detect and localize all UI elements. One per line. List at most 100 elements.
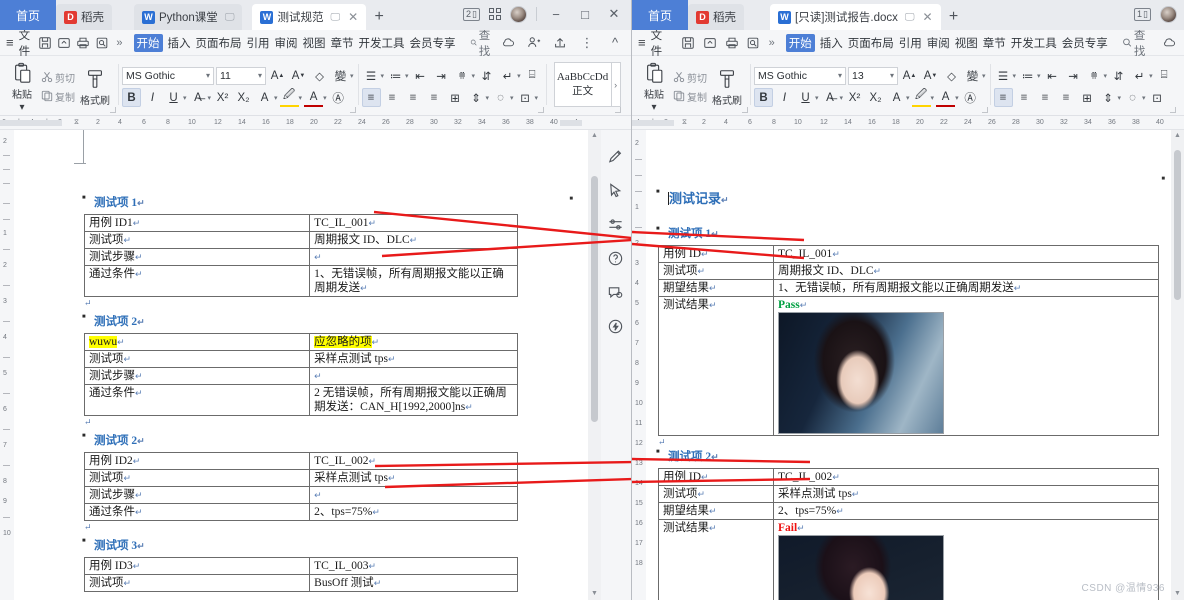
chevron-down-icon[interactable]: ▾: [1142, 94, 1146, 102]
minimize-button[interactable]: −: [546, 7, 566, 22]
table-row[interactable]: 通过条件↵ 2、tps=75%↵: [83, 503, 518, 521]
cloud-sync-icon[interactable]: [1160, 34, 1178, 51]
ribbon-tab-review[interactable]: 审阅: [275, 35, 298, 51]
cell-label[interactable]: 测试项↵: [83, 231, 311, 249]
chevron-down-icon[interactable]: ▾: [1118, 94, 1122, 102]
cloud-sync-icon[interactable]: [499, 34, 517, 51]
distribute-button[interactable]: ⊞: [1078, 88, 1097, 107]
comb-field-button[interactable]: ⌸: [1155, 66, 1174, 85]
pin-icon[interactable]: 🖵: [330, 12, 340, 23]
show-marks-button[interactable]: ↵: [498, 66, 517, 85]
text-effects-button[interactable]: A: [887, 88, 906, 107]
ribbon-tab-view[interactable]: 视图: [955, 35, 978, 51]
multilevel-list-button[interactable]: ⩷: [453, 66, 472, 85]
cell-label[interactable]: 测试步骤↵: [83, 486, 311, 504]
test-case-table[interactable]: 用例 ID3↵ TC_IL_003↵ 测试项↵ BusOff 测试↵: [83, 557, 518, 592]
cell-label[interactable]: 期望结果↵: [658, 502, 774, 520]
table-row[interactable]: wuwu↵ 应忽略的项↵: [83, 333, 518, 351]
multilevel-list-button[interactable]: ⩷: [1085, 66, 1104, 85]
align-left-button[interactable]: ≡: [361, 88, 381, 107]
left-horizontal-ruler[interactable]: 6| 4| 2⧖ 24 68 1012 1416 1820 2224 2628 …: [0, 116, 631, 130]
cell-label[interactable]: 测试步骤↵: [83, 248, 311, 266]
ribbon-tab-developer[interactable]: 开发工具: [359, 35, 405, 51]
font-name-input[interactable]: MS Gothic ▾: [122, 66, 214, 85]
highlight-color-button[interactable]: 🖉: [911, 88, 931, 107]
table-row[interactable]: 测试步骤↵ ↵: [83, 486, 518, 504]
chevron-down-icon[interactable]: ▾: [208, 94, 212, 102]
format-painter-button[interactable]: 格式刷: [709, 58, 745, 115]
styles-more-button[interactable]: ›: [611, 62, 621, 107]
italic-button[interactable]: I: [143, 88, 162, 107]
text-effects-button[interactable]: A: [255, 88, 274, 107]
ribbon-tab-section[interactable]: 章节: [331, 35, 354, 51]
font-color-button[interactable]: A: [304, 88, 324, 107]
subscript-button[interactable]: X₂: [234, 88, 253, 107]
ribbon-tab-view[interactable]: 视图: [303, 35, 326, 51]
ribbon-tab-insert[interactable]: 插入: [820, 35, 843, 51]
cell-value[interactable]: BusOff 测试↵: [309, 574, 518, 592]
right-vertical-scrollbar[interactable]: ▲ ▼: [1171, 130, 1184, 600]
feedback-icon[interactable]: [607, 284, 625, 302]
find-button[interactable]: 查找: [470, 27, 495, 59]
decrease-indent-button[interactable]: ⇤: [411, 66, 430, 85]
avatar[interactable]: [1160, 5, 1177, 23]
table-row[interactable]: 通过条件↵ 1、无错误帧，所有周期报文能以正确周期发送↵: [83, 265, 518, 297]
find-button[interactable]: 查找: [1122, 27, 1155, 59]
cell-label[interactable]: 测试项↵: [658, 262, 774, 280]
chevron-down-icon[interactable]: ▾: [1149, 72, 1153, 80]
shading-button[interactable]: ◌: [491, 88, 510, 107]
style-normal[interactable]: AaBbCcDd 正文: [553, 62, 612, 107]
paste-button[interactable]: 粘贴 ▾: [5, 58, 39, 115]
pinyin-guide-icon[interactable]: 變: [331, 66, 350, 85]
align-right-button[interactable]: ≡: [1036, 88, 1055, 107]
format-painter-button[interactable]: 格式刷: [77, 58, 113, 115]
cell-value[interactable]: 2、tps=75%↵: [773, 502, 1159, 520]
numbered-list-button[interactable]: ≔: [1018, 66, 1037, 85]
cut-button[interactable]: 剪切: [671, 69, 709, 85]
share-icon[interactable]: [551, 34, 569, 51]
cut-button[interactable]: 剪切: [39, 69, 77, 85]
print-icon[interactable]: [76, 34, 90, 51]
chevron-down-icon[interactable]: ▾: [472, 72, 476, 80]
collaborate-icon[interactable]: [525, 34, 543, 51]
sort-button[interactable]: ⇵: [477, 66, 496, 85]
ribbon-tab-review[interactable]: 审阅: [927, 35, 950, 51]
cell-value[interactable]: 2 无错误帧，所有周期报文能以正确周期发送：CAN_H[1992,2000]ns…: [309, 384, 518, 416]
ribbon-tab-member[interactable]: 会员专享: [1062, 35, 1108, 51]
chevron-down-icon[interactable]: ▾: [838, 71, 842, 80]
cell-label[interactable]: 用例 ID↵: [658, 245, 774, 263]
table-row[interactable]: 用例 ID1↵ TC_IL_001↵: [83, 214, 518, 232]
cell-label[interactable]: 测试步骤↵: [83, 367, 311, 385]
bullet-list-button[interactable]: ☰: [994, 66, 1013, 85]
menu-hamburger-icon[interactable]: ≡: [638, 35, 646, 50]
superscript-button[interactable]: X²: [213, 88, 232, 107]
ribbon-tab-section[interactable]: 章节: [983, 35, 1006, 51]
table-row[interactable]: 测试项↵ 采样点测试 tps↵: [83, 469, 518, 487]
chevron-down-icon[interactable]: ▾: [1037, 72, 1041, 80]
table-row[interactable]: 测试结果↵ Pass↵: [658, 296, 1159, 436]
cell-value[interactable]: ↵: [309, 367, 518, 385]
chevron-down-icon[interactable]: ▾: [906, 94, 910, 102]
increase-indent-button[interactable]: ⇥: [432, 66, 451, 85]
strikethrough-button[interactable]: A̶: [189, 88, 208, 107]
borders-button[interactable]: ⊡: [1148, 88, 1167, 107]
table-row[interactable]: 测试步骤↵ ↵: [83, 248, 518, 266]
shading-button[interactable]: ◌: [1123, 88, 1142, 107]
quick-access-overflow-icon[interactable]: »: [767, 37, 777, 49]
scroll-thumb[interactable]: [591, 176, 598, 422]
chevron-down-icon[interactable]: ▾: [982, 72, 986, 80]
screenshot-portrait-1[interactable]: [778, 312, 944, 434]
cursor-icon[interactable]: [607, 182, 625, 200]
left-tab-testspec[interactable]: W 测试规范 🖵 ✕: [252, 4, 367, 30]
character-border-button[interactable]: Ⓐ: [961, 88, 980, 107]
table-row[interactable]: 用例 ID↵ TC_IL_002↵: [658, 468, 1159, 486]
clear-format-icon[interactable]: ◇: [942, 66, 961, 85]
align-left-button[interactable]: ≡: [993, 88, 1013, 107]
cell-label[interactable]: 通过条件↵: [83, 384, 311, 416]
chevron-down-icon[interactable]: ▾: [1013, 72, 1017, 80]
copy-button[interactable]: 复制: [671, 88, 709, 104]
chevron-down-icon[interactable]: ▾: [890, 71, 894, 80]
justify-button[interactable]: ≡: [425, 88, 444, 107]
underline-button[interactable]: U: [796, 88, 815, 107]
cell-label[interactable]: 用例 ID2↵: [83, 452, 311, 470]
